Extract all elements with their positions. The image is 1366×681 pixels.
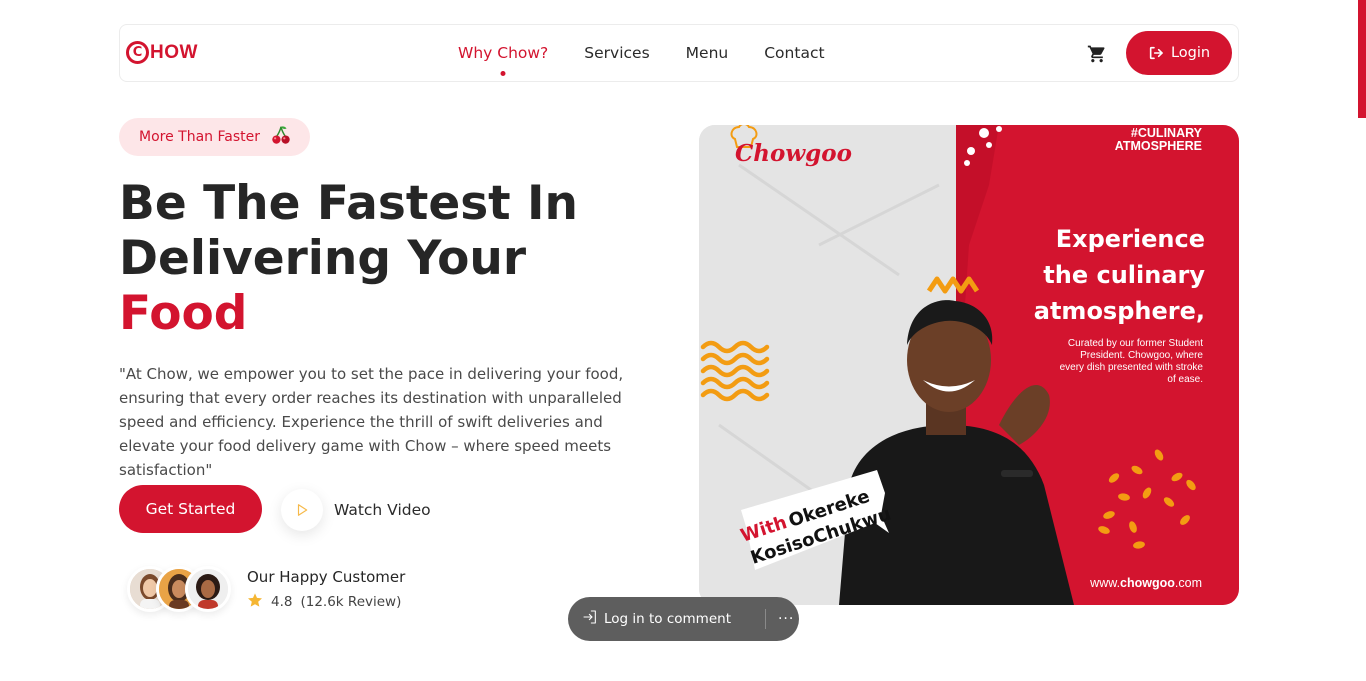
comment-login-label[interactable]: Log in to comment <box>604 611 731 627</box>
logo-mark: C <box>126 41 149 64</box>
cart-icon[interactable] <box>1087 44 1107 64</box>
active-indicator <box>500 71 506 76</box>
tagline-pill: More Than Faster <box>119 118 310 156</box>
tagline-text: More Than Faster <box>139 129 260 145</box>
hero-description: "At Chow, we empower you to set the pace… <box>119 365 624 479</box>
customer-avatars <box>127 566 231 614</box>
cherry-icon <box>270 124 292 150</box>
hero-headline: Be The Fastest In Delivering Your Food <box>119 176 578 341</box>
navbar: C HOW Why Chow? Services Menu Contact Lo… <box>119 24 1239 82</box>
customer-rating: 4.8 (12.6k Review) <box>247 592 401 612</box>
nav-link-services[interactable]: Services <box>584 44 649 62</box>
promo-brand: Chowgoo <box>735 140 852 167</box>
promo-hashtag-line-1: #CULINARY <box>1131 126 1203 140</box>
star-icon <box>247 592 263 612</box>
headline-line-1: Be The Fastest In <box>119 176 578 231</box>
promo-heading-line-1: Experience <box>1056 225 1205 253</box>
promo-hashtag-line-2: ATMOSPHERE <box>1115 139 1202 153</box>
nav-link-menu[interactable]: Menu <box>686 44 729 62</box>
nav-link-why-chow[interactable]: Why Chow? <box>458 44 549 76</box>
avatar <box>185 566 231 612</box>
rating-score: 4.8 <box>271 594 293 610</box>
promo-image: Chowgoo #CULINARY ATMOSPHERE Experience … <box>699 125 1239 605</box>
headline-highlight: Food <box>119 286 248 341</box>
promo-sub-line-1: Curated by our former Student <box>1068 338 1203 349</box>
get-started-button[interactable]: Get Started <box>119 485 262 533</box>
login-label: Login <box>1170 45 1211 61</box>
customer-title: Our Happy Customer <box>247 568 406 586</box>
divider <box>764 609 766 629</box>
play-icon <box>297 504 308 516</box>
headline-line-2: Delivering Your <box>119 231 527 286</box>
promo-sub-line-4: of ease. <box>1167 374 1203 385</box>
login-icon <box>582 609 598 629</box>
login-arrow-icon <box>1149 46 1163 60</box>
logo[interactable]: C HOW <box>126 41 198 64</box>
nav-link-contact[interactable]: Contact <box>764 44 824 62</box>
play-button[interactable] <box>281 489 323 531</box>
nav-link-label: Why Chow? <box>458 44 549 62</box>
promo-heading-line-2: the culinary <box>1043 261 1205 289</box>
promo-website: www.chowgoo.com <box>1089 576 1202 590</box>
nav-links: Why Chow? Services Menu Contact <box>458 44 861 76</box>
watch-video-button[interactable]: Watch Video <box>281 489 431 531</box>
promo-heading-line-3: atmosphere, <box>1034 297 1205 325</box>
promo-sub-line-2: President. Chowgoo, where <box>1080 350 1203 361</box>
watch-video-label: Watch Video <box>334 501 431 519</box>
scroll-accent <box>1358 0 1366 118</box>
more-options-button[interactable]: ··· <box>778 611 794 627</box>
logo-text: HOW <box>150 41 198 63</box>
review-count: (12.6k Review) <box>300 594 402 610</box>
login-button[interactable]: Login <box>1126 31 1232 75</box>
promo-sub-line-3: every dish presented with stroke <box>1060 362 1204 373</box>
comment-bar[interactable]: Log in to comment ··· <box>568 597 799 641</box>
